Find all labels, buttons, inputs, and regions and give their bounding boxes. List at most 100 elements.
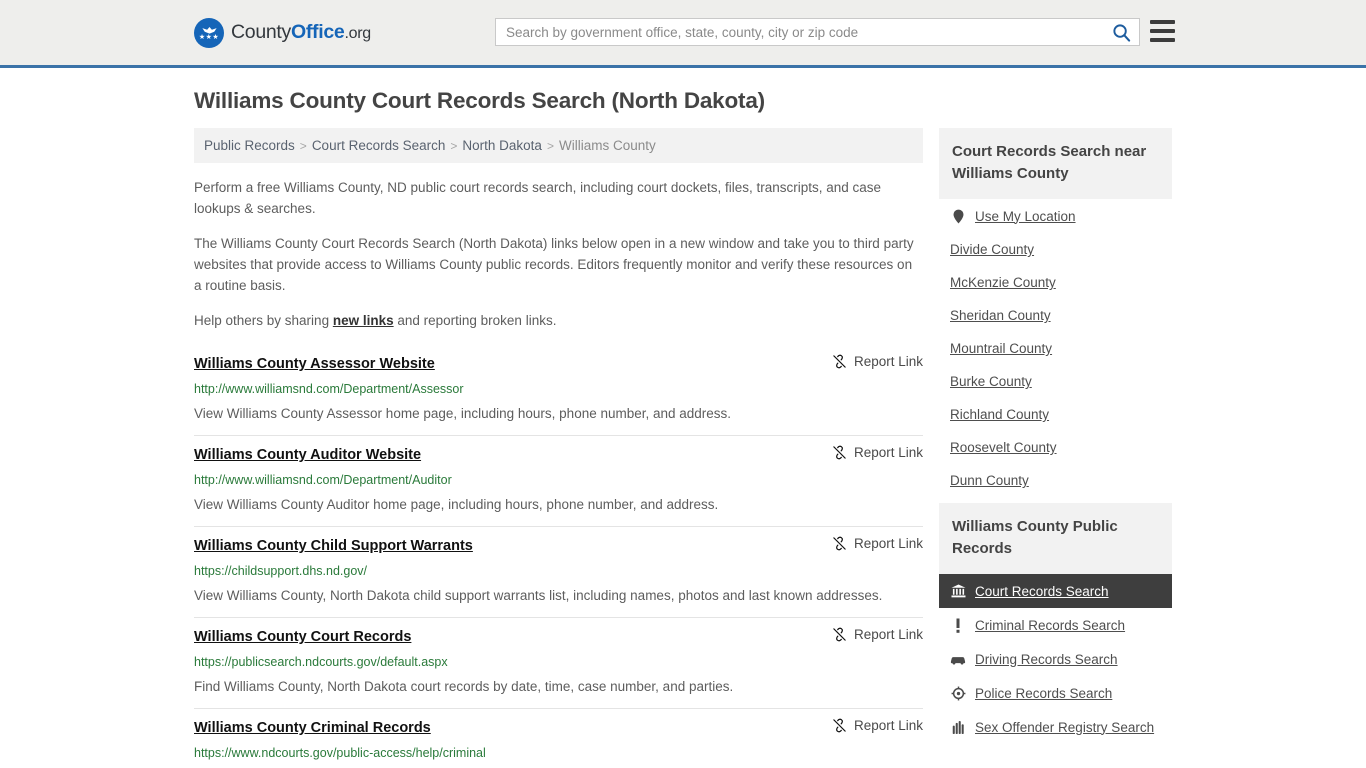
sidebar-item-court-records-search[interactable]: Court Records Search [939, 574, 1172, 608]
results-list: Williams County Assessor Website Report … [194, 345, 923, 768]
sidebar: Court Records Search near Williams Count… [939, 128, 1172, 750]
breadcrumb-item-williams-county: Williams County [558, 138, 656, 153]
result-title-link[interactable]: Williams County Child Support Warrants [194, 536, 473, 556]
site-header: ★★★ CountyOffice.org [0, 0, 1366, 68]
breadcrumb-separator: > [450, 138, 458, 153]
sidebar-item-label: Court Records Search [975, 583, 1109, 599]
sidebar-item-label: Use My Location [975, 208, 1076, 224]
report-link-button[interactable]: Report Link [812, 445, 923, 460]
report-link-button[interactable]: Report Link [812, 536, 923, 551]
report-link-button[interactable]: Report Link [812, 354, 923, 369]
sidebar-item-label: Police Records Search [975, 685, 1113, 701]
nearby-county-list: Use My Location Divide County McKenzie C… [939, 199, 1172, 497]
search-bar [495, 18, 1140, 46]
result-description: Find Williams County, North Dakota court… [194, 679, 734, 694]
intro-paragraph-1: Perform a free Williams County, ND publi… [194, 180, 882, 216]
hamburger-menu-icon[interactable] [1150, 20, 1175, 42]
result-item: Williams County Child Support Warrants R… [194, 527, 923, 618]
main-column: Public Records > Court Records Search > … [194, 128, 923, 768]
intro-paragraph-2: The Williams County Court Records Search… [194, 236, 914, 293]
sidebar-item-use-my-location[interactable]: Use My Location [939, 199, 1172, 233]
courthouse-icon [950, 583, 966, 599]
page-title: Williams County Court Records Search (No… [194, 88, 765, 113]
sidebar-item-label: Criminal Records Search [975, 617, 1126, 633]
sidebar-item-richland-county[interactable]: Richland County [939, 398, 1172, 431]
logo-wordmark: CountyOffice.org [231, 21, 371, 44]
hamburger-bar [1150, 20, 1175, 24]
sidebar-item-label: Roosevelt County [950, 440, 1057, 455]
sidebar-item-dunn-county[interactable]: Dunn County [939, 464, 1172, 497]
sidebar-item-sheridan-county[interactable]: Sheridan County [939, 299, 1172, 332]
result-url[interactable]: http://www.williamsnd.com/Department/Aud… [194, 472, 923, 488]
result-url[interactable]: http://www.williamsnd.com/Department/Ass… [194, 381, 923, 397]
nearby-searches-card: Court Records Search near Williams Count… [939, 128, 1172, 497]
result-description: View Williams County Auditor home page, … [194, 497, 719, 512]
result-header: Williams County Court Records Report Lin… [194, 627, 923, 647]
fingerprint-icon [950, 719, 966, 735]
broken-link-icon [833, 536, 846, 551]
sidebar-item-label: Sheridan County [950, 308, 1051, 323]
sidebar-item-divide-county[interactable]: Divide County [939, 233, 1172, 266]
sidebar-item-label: Burke County [950, 374, 1032, 389]
site-logo[interactable]: ★★★ CountyOffice.org [194, 17, 371, 48]
stars-glyph: ★★★ [198, 33, 220, 41]
sidebar-item-criminal-records-search[interactable]: Criminal Records Search [939, 608, 1172, 642]
result-description: View Williams County, North Dakota child… [194, 588, 883, 603]
broken-link-icon [833, 354, 846, 369]
result-item: Williams County Court Records Report Lin… [194, 618, 923, 709]
result-header: Williams County Child Support Warrants R… [194, 536, 923, 556]
report-link-label: Report Link [853, 536, 923, 551]
logo-text-org: .org [344, 25, 371, 42]
result-url[interactable]: https://childsupport.dhs.nd.gov/ [194, 563, 923, 579]
content-row: Public Records > Court Records Search > … [194, 128, 1172, 768]
result-title-link[interactable]: Williams County Court Records [194, 627, 411, 647]
report-link-label: Report Link [853, 627, 923, 642]
result-item: Williams County Criminal Records Report … [194, 709, 923, 768]
sidebar-item-mountrail-county[interactable]: Mountrail County [939, 332, 1172, 365]
sidebar-item-sex-offender-registry-search[interactable]: Sex Offender Registry Search [939, 710, 1172, 744]
sidebar-item-label: Richland County [950, 407, 1050, 422]
broken-link-icon [833, 718, 846, 733]
result-url[interactable]: https://publicsearch.ndcourts.gov/defaul… [194, 654, 923, 670]
result-header: Williams County Auditor Website Report L… [194, 445, 923, 465]
search-input[interactable] [496, 24, 1103, 40]
public-records-list: Court Records Search Criminal Records Se… [939, 574, 1172, 744]
result-url[interactable]: https://www.ndcourts.gov/public-access/h… [194, 745, 923, 761]
public-records-heading: Williams County Public Records [939, 503, 1172, 574]
intro-p3-before: Help others by sharing [194, 313, 333, 328]
sidebar-item-driving-records-search[interactable]: Driving Records Search [939, 642, 1172, 676]
search-button[interactable] [1103, 19, 1139, 45]
nearby-searches-heading: Court Records Search near Williams Count… [939, 128, 1172, 199]
logo-text-office: Office [291, 21, 345, 43]
result-title-link[interactable]: Williams County Auditor Website [194, 445, 421, 465]
exclamation-icon [950, 617, 966, 633]
sidebar-item-burke-county[interactable]: Burke County [939, 365, 1172, 398]
eagle-seal-icon: ★★★ [194, 17, 224, 48]
result-header: Williams County Criminal Records Report … [194, 718, 923, 738]
sidebar-item-roosevelt-county[interactable]: Roosevelt County [939, 431, 1172, 464]
sidebar-item-label: Mountrail County [950, 341, 1053, 356]
page-container: Williams County Court Records Search (No… [0, 88, 1366, 768]
intro-p3-after: and reporting broken links. [393, 313, 557, 328]
sidebar-item-label: Divide County [950, 242, 1035, 257]
report-link-button[interactable]: Report Link [812, 718, 923, 733]
sidebar-item-label: Sex Offender Registry Search [975, 719, 1155, 735]
result-title-link[interactable]: Williams County Assessor Website [194, 354, 435, 374]
police-badge-icon [950, 685, 966, 701]
breadcrumb-item-north-dakota[interactable]: North Dakota [462, 138, 542, 153]
sidebar-item-label: McKenzie County [950, 275, 1056, 290]
broken-link-icon [833, 627, 846, 642]
hamburger-bar [1150, 29, 1175, 33]
breadcrumb-item-public-records[interactable]: Public Records [204, 138, 295, 153]
car-icon [950, 651, 966, 667]
breadcrumb-item-court-records-search[interactable]: Court Records Search [312, 138, 446, 153]
sidebar-item-mckenzie-county[interactable]: McKenzie County [939, 266, 1172, 299]
sidebar-item-police-records-search[interactable]: Police Records Search [939, 676, 1172, 710]
new-links-link[interactable]: new links [333, 313, 394, 328]
sidebar-item-label: Dunn County [950, 473, 1029, 488]
public-records-card: Williams County Public Records Court Rec… [939, 503, 1172, 744]
hamburger-bar [1150, 38, 1175, 42]
result-title-link[interactable]: Williams County Criminal Records [194, 718, 431, 738]
intro-text: Perform a free Williams County, ND publi… [194, 177, 923, 331]
report-link-button[interactable]: Report Link [812, 627, 923, 642]
